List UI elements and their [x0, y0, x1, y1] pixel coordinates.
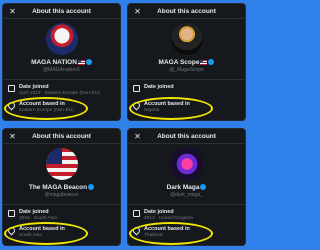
- account-based-label: Account based in: [19, 226, 65, 232]
- us-flag-icon: [77, 59, 85, 65]
- card-title: About this account: [32, 7, 91, 15]
- calendar-icon: [133, 85, 140, 92]
- calendar-icon: [133, 210, 140, 217]
- date-joined-label: Date joined: [19, 84, 49, 90]
- verified-badge-icon: [88, 184, 95, 191]
- location-pin-icon: [131, 225, 142, 236]
- avatar: [170, 148, 203, 180]
- date-joined-row: Date joined 2016 · South Asia: [8, 209, 116, 221]
- account-based-label: Account based in: [19, 101, 65, 107]
- avatar: [45, 148, 78, 180]
- calendar-icon: [8, 210, 15, 217]
- account-based-value: Eastern Europe (Non-EU): [19, 108, 74, 113]
- card-title: About this account: [32, 132, 91, 140]
- handle: @magabeacon: [44, 192, 79, 198]
- calendar-icon: [8, 85, 15, 92]
- avatar: [45, 23, 78, 55]
- us-flag-icon: [200, 59, 208, 65]
- account-based-row: Account based in South Asia: [6, 225, 116, 238]
- close-icon[interactable]: ✕: [133, 132, 142, 141]
- account-based-row: Account based in Eastern Europe (Non-EU): [6, 100, 116, 113]
- account-based-label: Account based in: [144, 226, 190, 232]
- about-account-card-4: ✕ About this account Dark Maga @dark_mag…: [127, 128, 246, 246]
- display-name: Dark Maga: [128, 184, 245, 191]
- date-joined-row: Date joined: [133, 84, 241, 92]
- divider: [128, 79, 245, 80]
- card-header: ✕ About this account: [128, 4, 245, 19]
- account-based-value: Nigeria: [144, 108, 160, 113]
- date-joined-row: Date joined April 2013 · Eastern Europe …: [8, 84, 116, 96]
- location-pin-icon: [131, 100, 142, 111]
- date-joined-label: Date joined: [144, 84, 174, 90]
- handle: @_MagaScope: [169, 67, 204, 73]
- card-header: ✕ About this account: [3, 129, 120, 144]
- divider: [128, 204, 245, 205]
- verified-badge-icon: [200, 184, 207, 191]
- account-based-row: Account based in Nigeria: [131, 100, 241, 113]
- about-account-card-1: ✕ About this account MAGA NATION @MAGAna…: [2, 3, 121, 121]
- date-joined-value: 2013 · United Kingdom: [144, 216, 194, 221]
- location-pin-icon: [6, 100, 17, 111]
- card-title: About this account: [157, 7, 216, 15]
- verified-badge-icon: [85, 59, 92, 66]
- close-icon[interactable]: ✕: [133, 7, 142, 16]
- date-joined-value: April 2013 · Eastern Europe (Non-EU): [19, 91, 100, 96]
- account-based-row: Account based in Thailand: [131, 225, 241, 238]
- account-based-value: South Asia: [19, 233, 42, 238]
- account-based-label: Account based in: [144, 101, 190, 107]
- display-name: MAGA Scope: [128, 59, 245, 66]
- date-joined-label: Date joined: [19, 209, 49, 215]
- close-icon[interactable]: ✕: [8, 132, 17, 141]
- date-joined-row: Date joined 2013 · United Kingdom: [133, 209, 241, 221]
- card-header: ✕ About this account: [128, 129, 245, 144]
- divider: [3, 204, 120, 205]
- card-title: About this account: [157, 132, 216, 140]
- handle: @MAGAnationX: [43, 67, 80, 73]
- about-account-card-2: ✕ About this account MAGA Scope @_MagaSc…: [127, 3, 246, 121]
- handle: @dark_maga_: [170, 192, 203, 198]
- verified-badge-icon: [208, 59, 215, 66]
- close-icon[interactable]: ✕: [8, 7, 17, 16]
- card-header: ✕ About this account: [3, 4, 120, 19]
- date-joined-value: 2016 · South Asia: [19, 216, 57, 221]
- about-account-card-3: ✕ About this account The MAGA Beacon @ma…: [2, 128, 121, 246]
- divider: [3, 79, 120, 80]
- display-name: MAGA NATION: [3, 59, 120, 66]
- display-name: The MAGA Beacon: [3, 184, 120, 191]
- location-pin-icon: [6, 225, 17, 236]
- account-based-value: Thailand: [144, 233, 163, 238]
- date-joined-label: Date joined: [144, 209, 174, 215]
- avatar: [170, 23, 203, 55]
